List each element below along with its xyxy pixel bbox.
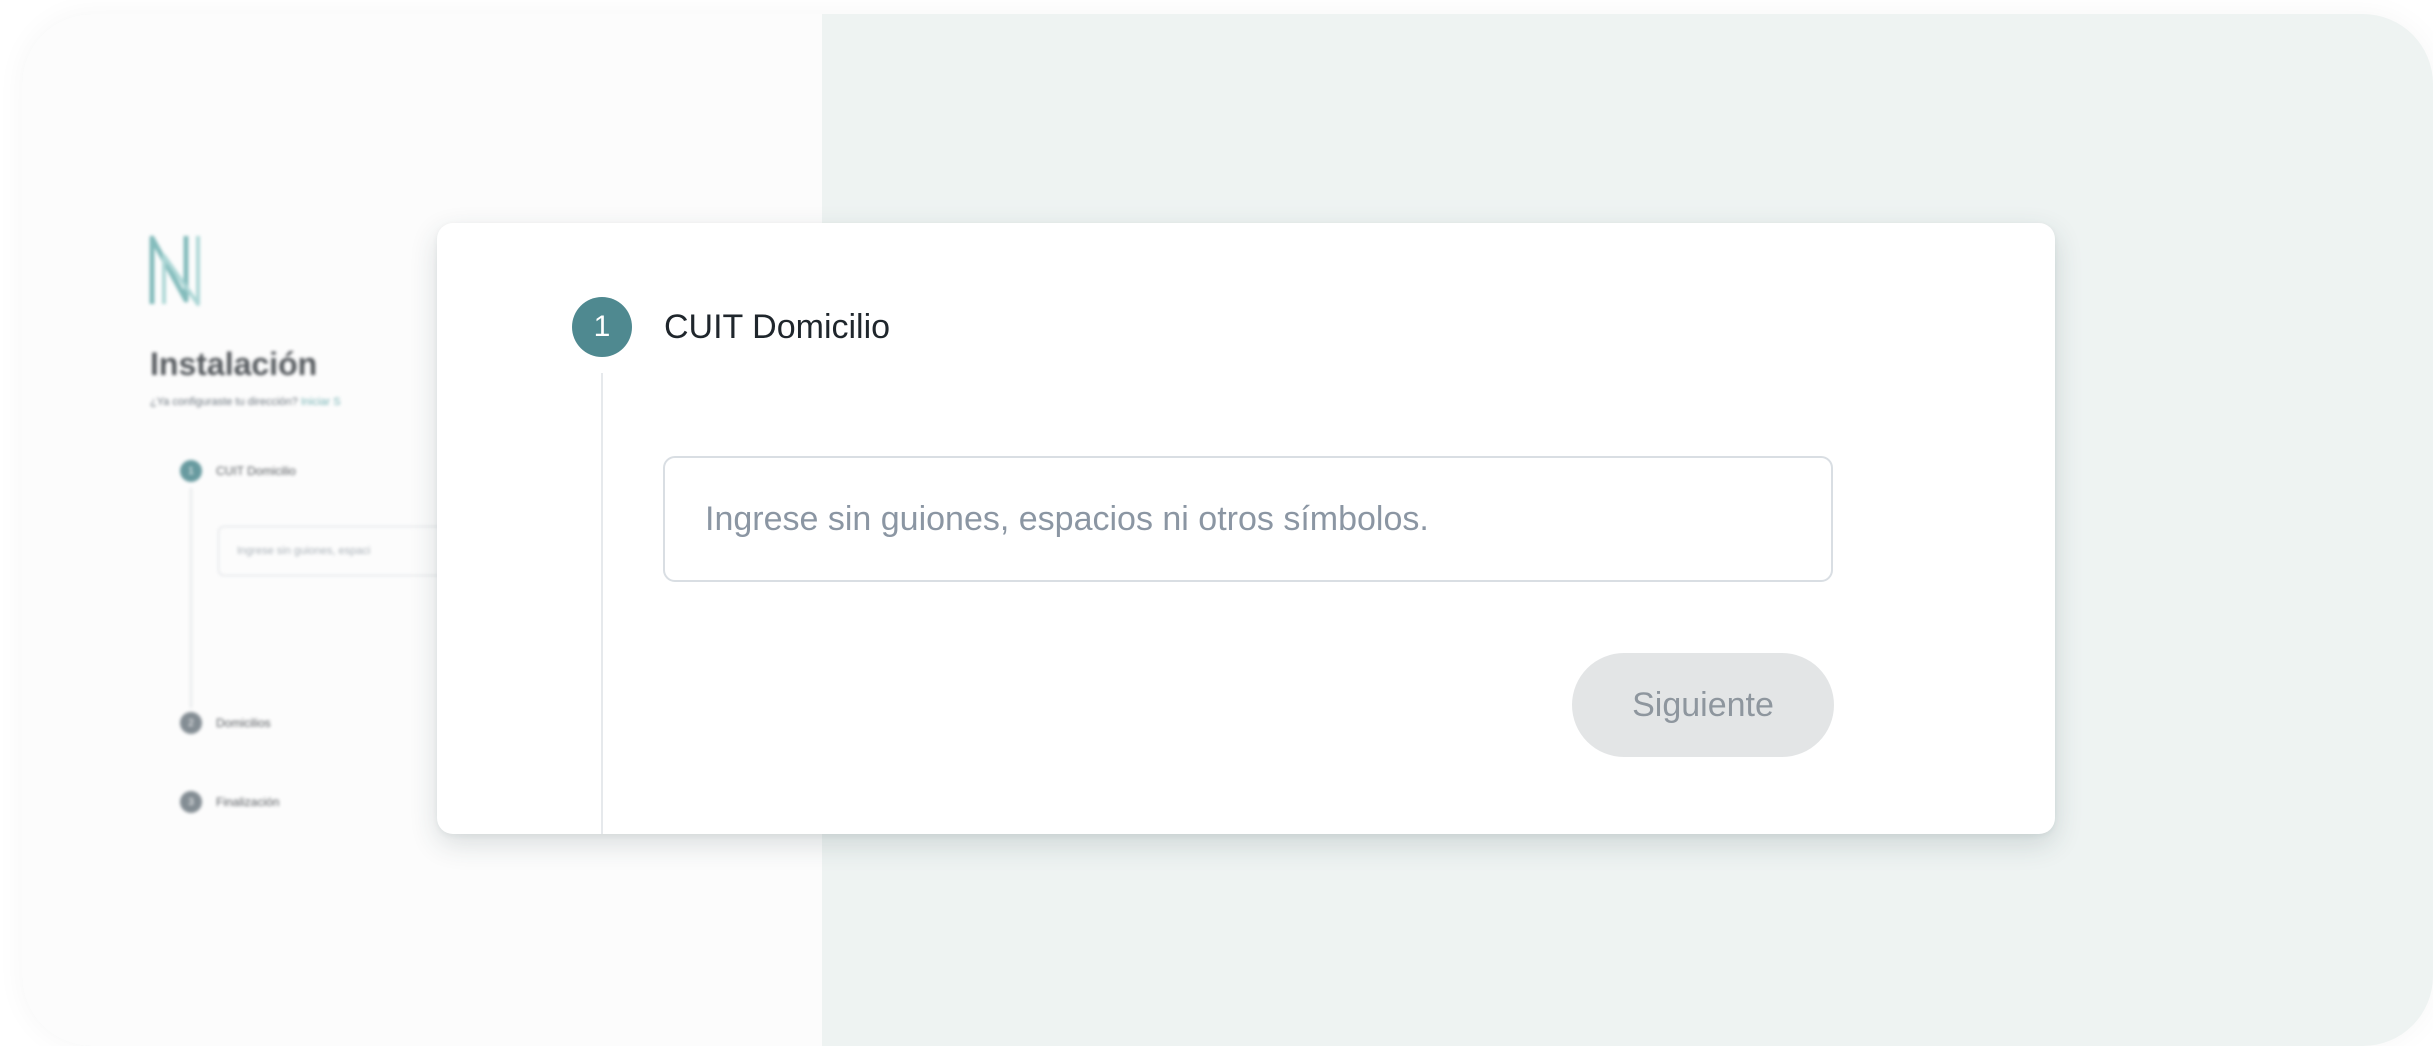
- cuit-input[interactable]: [663, 456, 1833, 582]
- bg-step-cuit: 1 CUIT Domicilio: [180, 460, 296, 482]
- step-number: 2: [180, 712, 202, 734]
- login-link[interactable]: Iniciar S: [301, 396, 341, 408]
- step-label: CUIT Domicilio: [216, 464, 296, 478]
- bg-step-domicilios: 2 Domicilios: [180, 712, 271, 734]
- step-label: Finalización: [216, 795, 280, 809]
- step-connector-line: [601, 373, 603, 834]
- step-number: 3: [180, 791, 202, 813]
- next-button[interactable]: Siguiente: [1572, 653, 1834, 757]
- n-logo-icon: [149, 235, 200, 306]
- step-label: Domicilios: [216, 716, 271, 730]
- step-connector: [190, 488, 192, 708]
- bg-step-finalizacion: 3 Finalización: [180, 791, 279, 813]
- step-number-badge: 1: [572, 297, 632, 357]
- cuit-step-card: 1 CUIT Domicilio Siguiente: [437, 223, 2055, 834]
- page-title: Instalación: [150, 346, 318, 382]
- page-subtitle: ¿Ya configuraste tu dirección? Iniciar S: [150, 396, 341, 408]
- subtitle-text: ¿Ya configuraste tu dirección?: [150, 396, 298, 408]
- step-title: CUIT Domicilio: [664, 308, 891, 346]
- step-number: 1: [180, 460, 202, 482]
